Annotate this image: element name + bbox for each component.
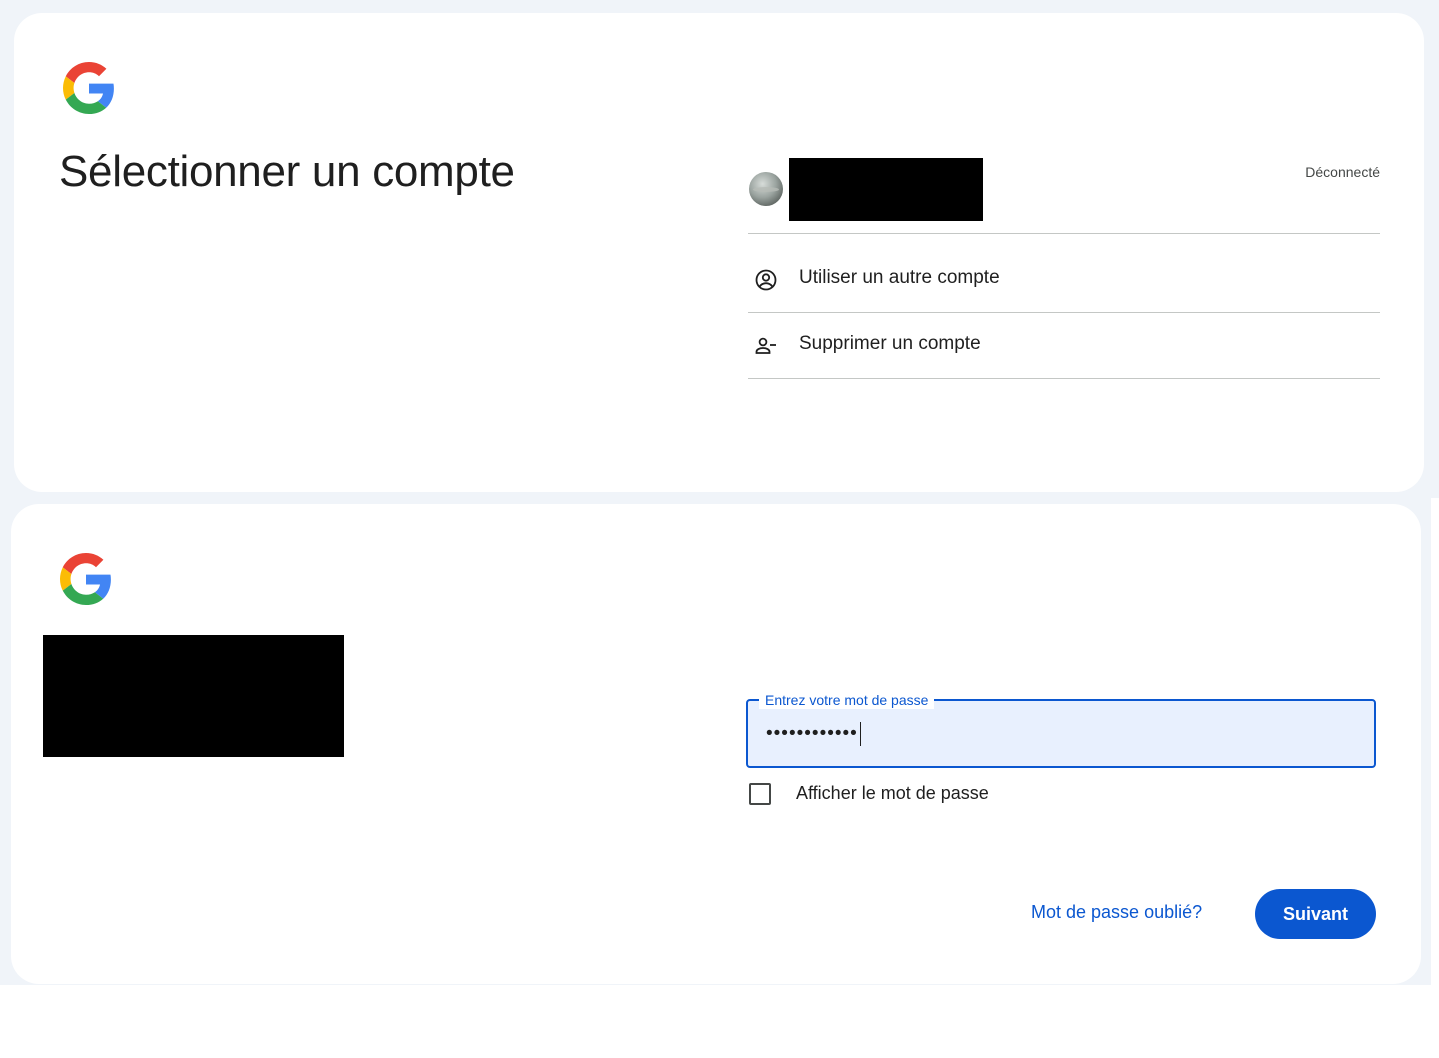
account-circle-icon xyxy=(754,268,778,292)
next-button[interactable]: Suivant xyxy=(1255,889,1376,939)
show-password-label: Afficher le mot de passe xyxy=(796,783,989,803)
password-input[interactable]: Entrez votre mot de passe •••••••••••• xyxy=(746,691,1376,768)
password-card: Entrez votre mot de passe •••••••••••• A… xyxy=(11,504,1421,984)
person-remove-icon xyxy=(754,334,778,358)
show-password-checkbox[interactable] xyxy=(749,783,771,805)
redacted-account-identity xyxy=(789,158,983,221)
screen: Sélectionner un compte Déconnecté Utilis… xyxy=(0,0,1439,1058)
page-title: Sélectionner un compte xyxy=(59,147,515,196)
text-caret xyxy=(859,722,861,746)
google-logo-icon xyxy=(60,553,112,605)
account-chooser-card: Sélectionner un compte Déconnecté Utilis… xyxy=(14,13,1424,492)
use-another-account-label: Utiliser un autre compte xyxy=(799,267,1000,288)
password-value-wrap: •••••••••••• xyxy=(766,721,861,747)
account-status: Déconnecté xyxy=(1305,164,1380,180)
password-field-label: Entrez votre mot de passe xyxy=(759,691,935,709)
remove-account-button[interactable]: Supprimer un compte xyxy=(748,313,1380,379)
redacted-account-identity xyxy=(43,635,344,757)
account-list-item[interactable]: Déconnecté xyxy=(748,156,1380,234)
google-logo-icon xyxy=(63,62,115,114)
avatar xyxy=(749,172,783,206)
password-value: •••••••••••• xyxy=(766,723,858,744)
forgot-password-link[interactable]: Mot de passe oublié? xyxy=(1031,902,1202,923)
remove-account-label: Supprimer un compte xyxy=(799,333,981,354)
use-another-account-button[interactable]: Utiliser un autre compte xyxy=(748,247,1380,313)
